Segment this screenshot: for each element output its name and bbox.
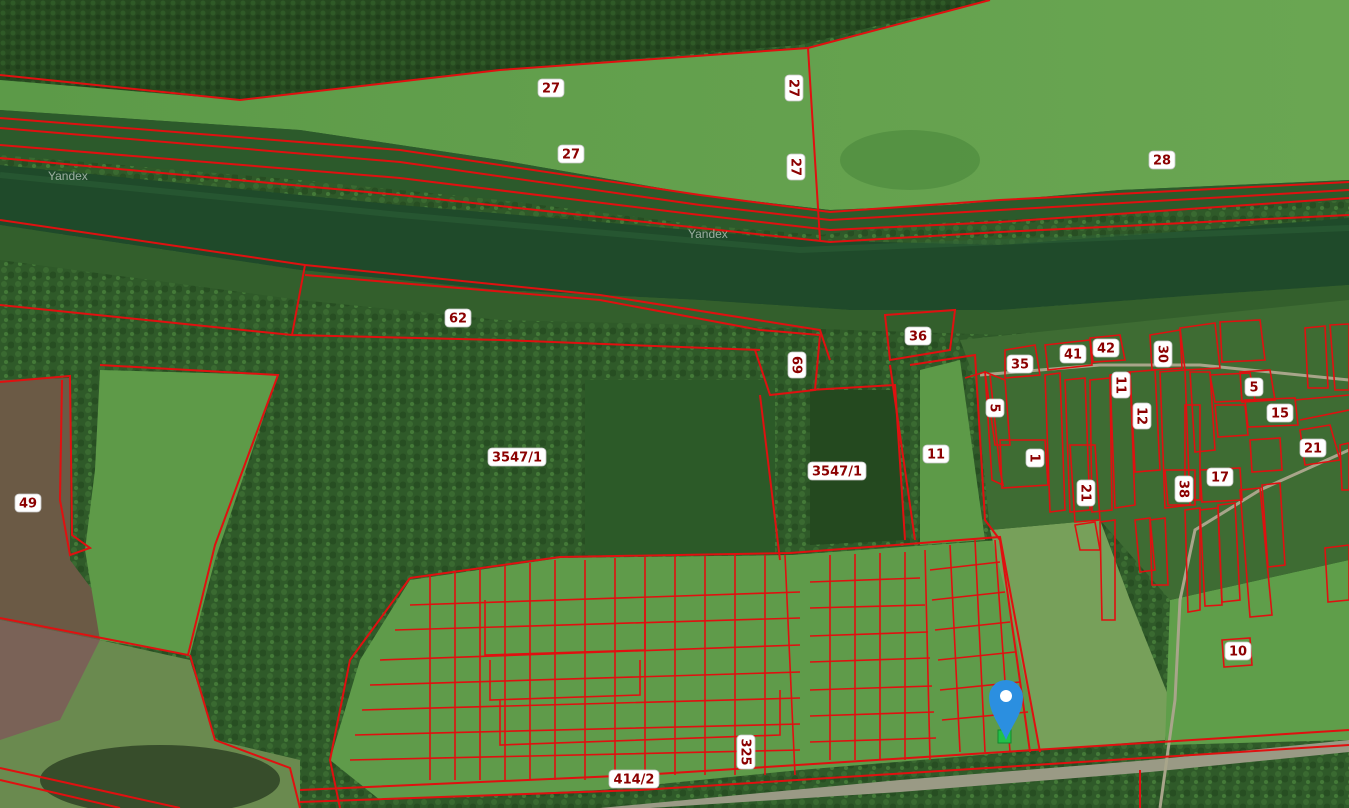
parcel-number: 27 bbox=[562, 148, 580, 163]
parcel-label[interactable]: 12 bbox=[1132, 402, 1152, 430]
parcel-number: 35 bbox=[1011, 358, 1029, 373]
parcel-label[interactable]: 62 bbox=[444, 308, 472, 328]
parcel-label[interactable]: 3547/1 bbox=[807, 461, 867, 481]
parcel-label[interactable]: 21 bbox=[1299, 438, 1327, 458]
field-patch bbox=[840, 130, 980, 190]
parcel-number: 5 bbox=[1249, 381, 1258, 396]
parcel-number: 69 bbox=[789, 356, 804, 374]
parcel-number: 15 bbox=[1271, 407, 1289, 422]
parcel-number: 325 bbox=[738, 738, 753, 765]
parcel-number: 21 bbox=[1078, 484, 1093, 502]
parcel-label[interactable]: 15 bbox=[1266, 403, 1294, 423]
parcel-number: 12 bbox=[1134, 407, 1149, 425]
parcel-label[interactable]: 41 bbox=[1059, 344, 1087, 364]
parcel-label[interactable]: 42 bbox=[1092, 338, 1120, 358]
parcel-label[interactable]: 10 bbox=[1224, 641, 1252, 661]
parcel-label[interactable]: 28 bbox=[1148, 150, 1176, 170]
parcel-label[interactable]: 49 bbox=[14, 493, 42, 513]
map-watermark: Yandex bbox=[48, 169, 88, 183]
parcel-label[interactable]: 38 bbox=[1174, 475, 1194, 503]
parcel-number: 41 bbox=[1064, 348, 1082, 363]
map-watermark: Yandex bbox=[688, 227, 728, 241]
parcel-number: 10 bbox=[1229, 645, 1247, 660]
parcel-label[interactable]: 36 bbox=[904, 326, 932, 346]
parcel-number: 11 bbox=[927, 448, 945, 463]
parcel-label[interactable]: 1 bbox=[1025, 448, 1045, 468]
parcel-label[interactable]: 11 bbox=[1111, 371, 1131, 399]
parcel-label[interactable]: 27 bbox=[784, 74, 804, 102]
parcel-number: 49 bbox=[19, 497, 37, 512]
parcel-label[interactable]: 5 bbox=[1244, 377, 1264, 397]
parcel-number: 11 bbox=[1113, 376, 1128, 394]
parcel-label[interactable]: 35 bbox=[1006, 354, 1034, 374]
parcel-number: 1 bbox=[1027, 453, 1042, 462]
map-pin-dot bbox=[1000, 690, 1012, 702]
parcel-label[interactable]: 325 bbox=[736, 734, 756, 770]
parcel-number: 36 bbox=[909, 330, 927, 345]
parcel-label[interactable]: 3547/1 bbox=[487, 447, 547, 467]
parcel-number: 27 bbox=[786, 79, 801, 97]
parcel-label[interactable]: 69 bbox=[787, 351, 807, 379]
parcel-label[interactable]: 17 bbox=[1206, 467, 1234, 487]
parcel-label[interactable]: 27 bbox=[557, 144, 585, 164]
parcel-number: 38 bbox=[1176, 480, 1191, 498]
parcel-label[interactable]: 27 bbox=[537, 78, 565, 98]
parcel-number: 30 bbox=[1155, 345, 1170, 363]
parcel-label[interactable]: 414/2 bbox=[608, 769, 660, 789]
parcel-number: 62 bbox=[449, 312, 467, 327]
parcel-number: 27 bbox=[788, 158, 803, 176]
parcel-number: 42 bbox=[1097, 342, 1115, 357]
parcel-number: 28 bbox=[1153, 154, 1171, 169]
parcel-label[interactable]: 21 bbox=[1076, 479, 1096, 507]
parcel-number: 27 bbox=[542, 82, 560, 97]
parcel-label[interactable]: 30 bbox=[1153, 340, 1173, 368]
parcel-label[interactable]: 5 bbox=[985, 398, 1005, 418]
parcel-number: 17 bbox=[1211, 471, 1229, 486]
parcel-number: 3547/1 bbox=[492, 451, 542, 466]
parcel-number: 5 bbox=[987, 403, 1002, 412]
parcel-label[interactable]: 27 bbox=[786, 153, 806, 181]
parcel-number: 3547/1 bbox=[812, 465, 862, 480]
satellite-map[interactable]: Yandex Yandex 27272727 286269363541 42 3011… bbox=[0, 0, 1349, 808]
plantation-block bbox=[585, 380, 775, 555]
parcel-label[interactable]: 11 bbox=[922, 444, 950, 464]
parcel-number: 414/2 bbox=[614, 773, 655, 788]
parcel-number: 21 bbox=[1304, 442, 1322, 457]
